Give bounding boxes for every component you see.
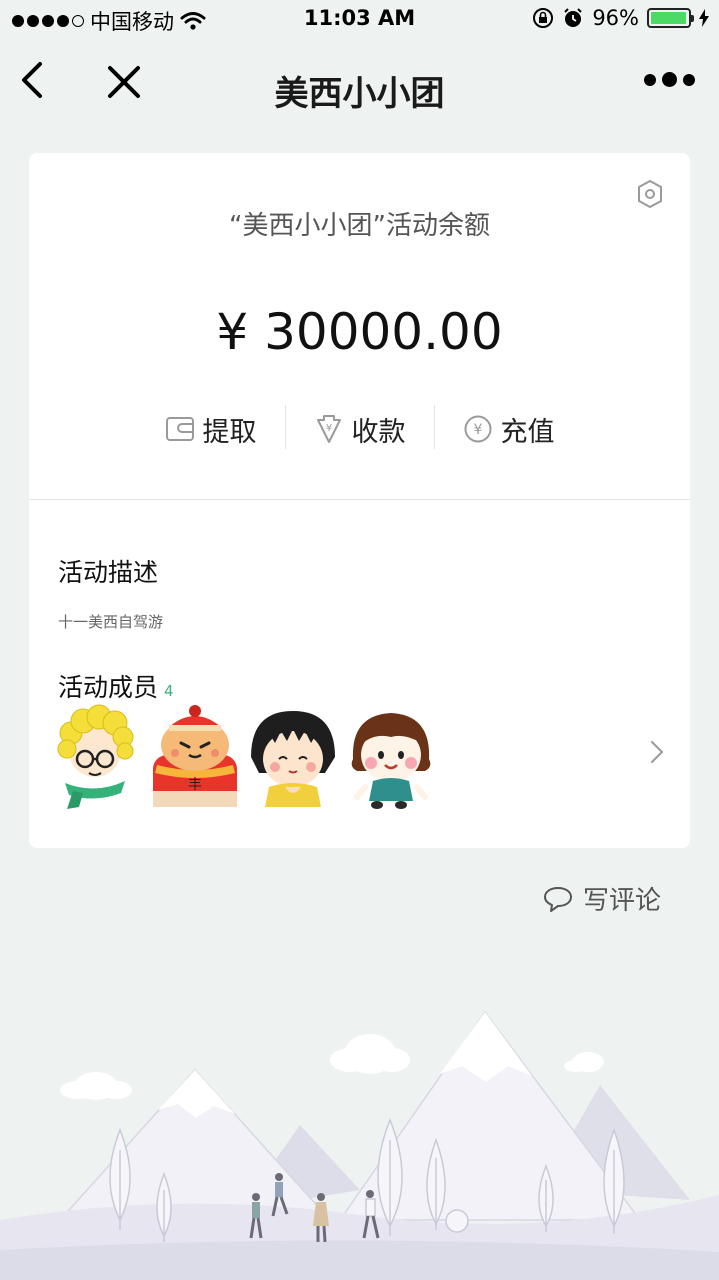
write-comment-label: 写评论 [582, 886, 661, 916]
balance-label: “美西小小团”活动余额 [229, 211, 490, 241]
alarm-icon [564, 8, 583, 27]
receive-icon: ¥ [316, 415, 341, 443]
orientation-lock-icon [533, 8, 554, 28]
status-bar: 中国移动 11:03 AM 96% [0, 0, 719, 40]
chevron-right-icon[interactable] [648, 738, 666, 766]
balance-amount: ¥ 30000.00 [216, 303, 503, 361]
comment-bubble-icon [543, 886, 572, 912]
svg-text:¥: ¥ [473, 422, 482, 438]
write-comment-button[interactable]: 写评论 [543, 880, 661, 917]
svg-text:丰: 丰 [188, 777, 202, 793]
withdraw-button[interactable]: 提取 [137, 405, 285, 453]
members-title: 活动成员 4 [58, 668, 174, 704]
withdraw-label: 提取 [202, 416, 257, 448]
recharge-button[interactable]: ¥ 充值 [435, 405, 583, 453]
member-avatars[interactable]: 丰 [49, 703, 437, 813]
action-row: 提取 ¥ 收款 ¥ 充值 [29, 405, 690, 453]
description-text: 十一美西自驾游 [58, 613, 164, 631]
battery-percent: 96% [592, 6, 639, 30]
wallet-icon [165, 417, 194, 441]
navigation-bar: 美西小小团 [0, 40, 719, 130]
avatar[interactable]: 丰 [147, 703, 241, 813]
more-icon[interactable] [644, 72, 695, 87]
members-title-label: 活动成员 [58, 673, 159, 702]
receive-button[interactable]: ¥ 收款 [286, 405, 434, 453]
avatar[interactable] [343, 703, 437, 813]
recharge-label: 充值 [500, 416, 555, 448]
charging-icon [699, 9, 709, 27]
member-count: 4 [164, 682, 174, 700]
battery-icon [647, 8, 694, 28]
description-title: 活动描述 [58, 558, 159, 587]
mountain-landscape-illustration [0, 1010, 719, 1280]
avatar[interactable] [49, 703, 143, 813]
receive-label: 收款 [351, 416, 406, 448]
page-title: 美西小小团 [274, 74, 445, 114]
section-divider [29, 499, 690, 500]
yuan-coin-icon: ¥ [464, 415, 491, 443]
svg-text:¥: ¥ [325, 423, 331, 434]
activity-card: “美西小小团”活动余额 ¥ 30000.00 提取 ¥ 收款 ¥ 充值 活动描述… [29, 153, 690, 848]
avatar[interactable] [245, 703, 339, 813]
